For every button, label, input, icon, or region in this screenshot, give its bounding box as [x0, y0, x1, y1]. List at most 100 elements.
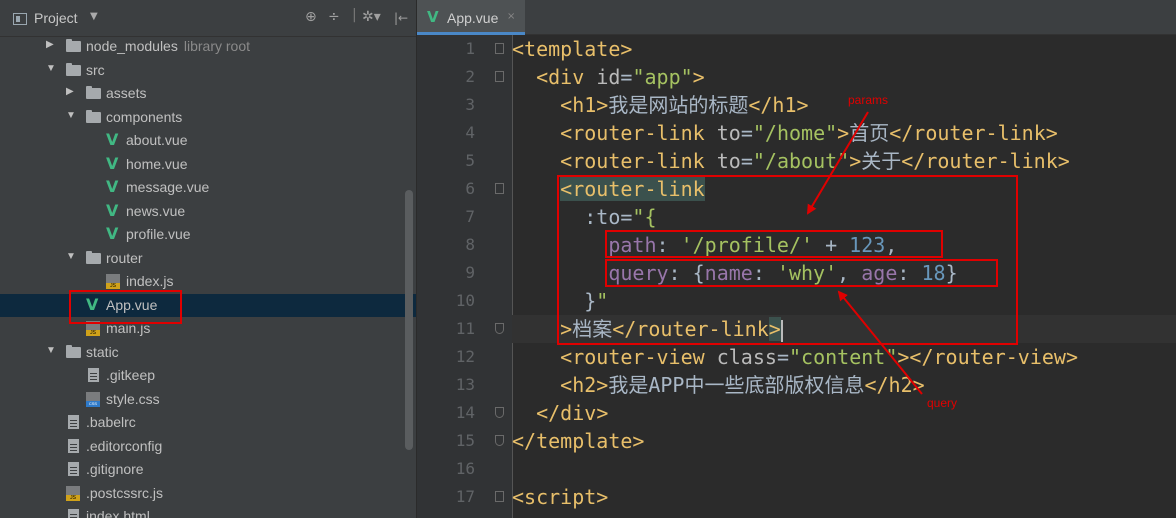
code-line[interactable]: <router-link to="/about">关于</router-link… — [512, 147, 1176, 175]
tree-item-label: style.css — [106, 391, 160, 407]
tree-item-label: .babelrc — [86, 414, 136, 430]
folder-icon — [86, 86, 101, 99]
project-sidebar: Project ▼ ⊕ ÷ | ✲▾ |← ▶ node_modules libr… — [0, 0, 416, 518]
code-line[interactable]: <template> — [512, 35, 1176, 63]
tree-item-components[interactable]: ▼ components — [0, 106, 416, 129]
sync-icon[interactable]: ⊕ — [305, 9, 317, 25]
tree-item-label: static — [86, 344, 119, 360]
tree-item-news-vue[interactable]: V news.vue — [0, 200, 416, 223]
fold-end-marker-icon[interactable] — [495, 407, 504, 418]
tree-item-editorconfig[interactable]: .editorconfig — [0, 435, 416, 458]
tree-item-app-vue[interactable]: V App.vue — [0, 294, 416, 317]
vue-icon: V — [106, 224, 119, 243]
collapse-arrow-icon[interactable]: ▼ — [66, 251, 76, 262]
tree-item-label: .editorconfig — [86, 438, 163, 454]
line-number: 17 — [455, 487, 475, 506]
fold-marker-icon[interactable] — [495, 43, 504, 54]
expand-arrow-icon[interactable]: ▶ — [46, 39, 54, 50]
line-number: 14 — [455, 403, 475, 422]
code-line[interactable]: <router-view class="content"></router-vi… — [512, 343, 1176, 371]
fold-marker-icon[interactable] — [495, 71, 504, 82]
code-line[interactable]: <router-link to="/home">首页</router-link> — [512, 119, 1176, 147]
folder-icon — [66, 63, 81, 76]
line-number: 15 — [455, 431, 475, 450]
close-tab-icon[interactable]: × — [507, 11, 515, 22]
code-line[interactable]: <h2>我是APP中一些底部版权信息</h2> — [512, 371, 1176, 399]
tree-item-style-css[interactable]: style.css — [0, 388, 416, 411]
css-file-icon — [86, 392, 100, 407]
tree-item-gitkeep[interactable]: .gitkeep — [0, 364, 416, 387]
settings-gear-icon[interactable]: ✲▾ — [362, 9, 381, 25]
line-number: 12 — [455, 347, 475, 366]
file-icon — [68, 415, 79, 429]
file-icon — [68, 462, 79, 476]
line-number: 6 — [465, 179, 475, 198]
tree-item-router[interactable]: ▼ router — [0, 247, 416, 270]
expand-arrow-icon[interactable]: ▶ — [66, 86, 74, 97]
project-title[interactable]: Project — [34, 10, 78, 26]
tree-item-message-vue[interactable]: V message.vue — [0, 176, 416, 199]
caret-down-icon[interactable]: ▼ — [90, 11, 98, 22]
tree-item-label: news.vue — [126, 203, 186, 219]
tree-item-home-vue[interactable]: V home.vue — [0, 153, 416, 176]
file-icon — [68, 439, 79, 453]
collapse-all-icon[interactable]: ÷ — [328, 9, 340, 25]
project-icon — [13, 13, 27, 25]
line-number: 5 — [465, 151, 475, 170]
collapse-arrow-icon[interactable]: ▼ — [46, 63, 56, 74]
line-number: 7 — [465, 207, 475, 226]
vue-icon: V — [106, 154, 119, 173]
code-line[interactable]: <script> — [512, 483, 1176, 511]
path-highlight-box — [605, 230, 943, 258]
tree-item-profile-vue[interactable]: V profile.vue — [0, 223, 416, 246]
tree-item-label: home.vue — [126, 156, 188, 172]
code-line[interactable]: </div> — [512, 399, 1176, 427]
tree-item-label: message.vue — [126, 179, 210, 195]
folder-icon — [86, 110, 101, 123]
tree-item-label: node_modules — [86, 38, 178, 54]
sidebar-scrollbar[interactable] — [405, 190, 413, 450]
tree-item-node-modules[interactable]: ▶ node_modules library root — [0, 35, 416, 58]
code-line[interactable]: </template> — [512, 427, 1176, 455]
code-line[interactable]: <div id="app"> — [512, 63, 1176, 91]
tree-item-index-js[interactable]: index.js — [0, 270, 416, 293]
tree-item-label: components — [106, 109, 183, 125]
tree-item-label: .gitignore — [86, 461, 144, 477]
line-number: 3 — [465, 95, 475, 114]
fold-end-marker-icon[interactable] — [495, 435, 504, 446]
tree-item-postcssrc-js[interactable]: .postcssrc.js — [0, 482, 416, 505]
vue-icon: V — [106, 201, 119, 220]
tree-item-about-vue[interactable]: V about.vue — [0, 129, 416, 152]
tree-item-main-js[interactable]: main.js — [0, 317, 416, 340]
code-line[interactable] — [512, 455, 1176, 483]
code-line[interactable]: <h1>我是网站的标题</h1> — [512, 91, 1176, 119]
library-root-label: library root — [183, 38, 250, 54]
tree-item-label: profile.vue — [126, 226, 191, 242]
line-number: 10 — [455, 291, 475, 310]
fold-end-marker-icon[interactable] — [495, 323, 504, 334]
tree-item-src[interactable]: ▼ src — [0, 59, 416, 82]
collapse-arrow-icon[interactable]: ▼ — [46, 345, 56, 356]
tree-item-static[interactable]: ▼ static — [0, 341, 416, 364]
tree-item-index-html[interactable]: index.html — [0, 505, 416, 518]
fold-marker-icon[interactable] — [495, 491, 504, 502]
collapse-arrow-icon[interactable]: ▼ — [66, 110, 76, 121]
vue-icon: V — [106, 130, 119, 149]
query-highlight-box — [605, 259, 998, 287]
line-number: 4 — [465, 123, 475, 142]
app-vue-highlight-box — [69, 290, 182, 324]
tab-app-vue[interactable]: V App.vue × — [417, 0, 525, 35]
tree-item-label: router — [106, 250, 143, 266]
project-panel-header: Project ▼ ⊕ ÷ | ✲▾ |← — [0, 0, 416, 37]
tree-item-babelrc[interactable]: .babelrc — [0, 411, 416, 434]
vue-icon: V — [106, 177, 119, 196]
query-annotation: query — [927, 396, 958, 410]
file-icon — [68, 509, 79, 518]
params-annotation: params — [848, 93, 889, 107]
tree-item-assets[interactable]: ▶ assets — [0, 82, 416, 105]
tree-item-label: about.vue — [126, 132, 188, 148]
hide-panel-icon[interactable]: |← — [394, 11, 408, 25]
tree-item-label: assets — [106, 85, 147, 101]
tree-item-gitignore[interactable]: .gitignore — [0, 458, 416, 481]
fold-marker-icon[interactable] — [495, 183, 504, 194]
